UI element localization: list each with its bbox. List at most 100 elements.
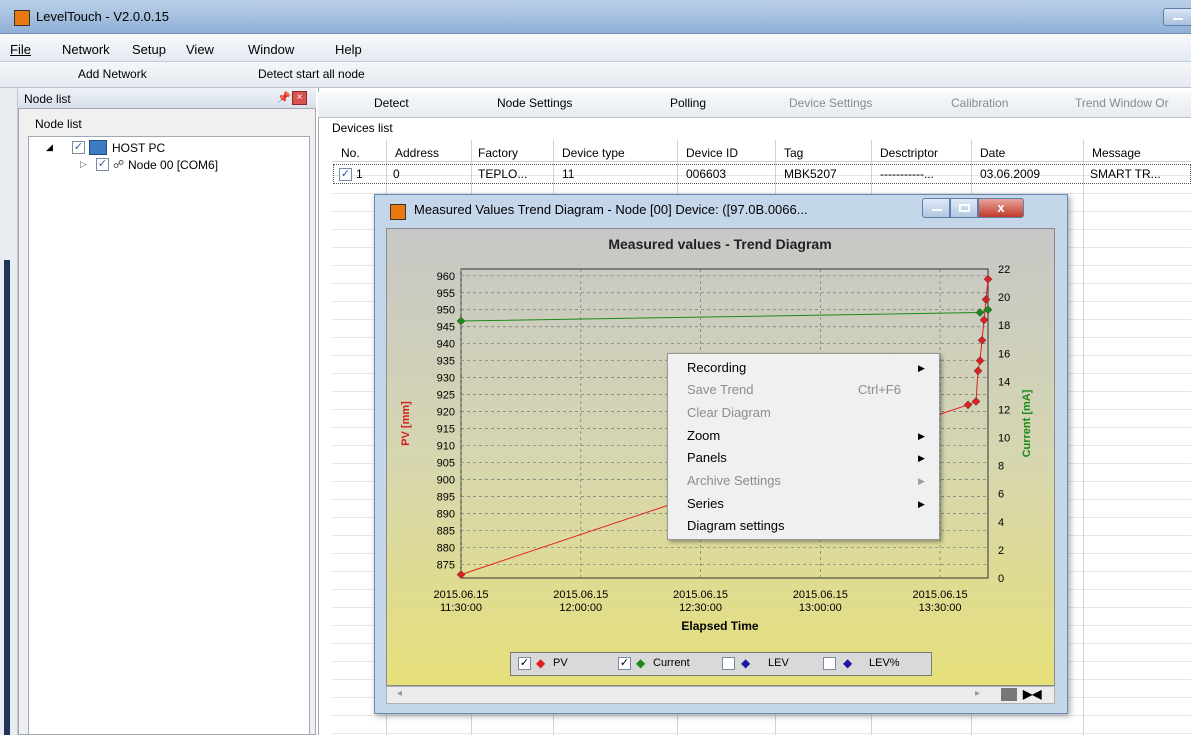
pin-icon[interactable]: 📌 — [277, 92, 291, 104]
col-header-device-id[interactable]: Device ID — [686, 146, 738, 160]
host-pc-checkbox[interactable]: ✓ — [72, 141, 85, 154]
menu-window[interactable]: Window — [248, 42, 294, 57]
y-tick-label: 940 — [437, 339, 455, 351]
close-icon[interactable]: × — [292, 91, 307, 105]
x-tick-label: 13:00:00 — [799, 602, 842, 614]
menu-item-recording[interactable]: Recording — [687, 360, 746, 375]
col-header-device-type[interactable]: Device type — [562, 146, 625, 160]
menu-item-series[interactable]: Series — [687, 496, 724, 511]
legend-lev-label: LEV — [768, 657, 789, 669]
levpct-marker-icon: ◆ — [843, 656, 853, 670]
minimize-icon — [932, 209, 942, 211]
submenu-arrow-icon: ▶ — [918, 476, 925, 486]
node-tree — [28, 136, 310, 735]
x-tick-label: 2015.06.15 — [673, 589, 728, 601]
tab-detect[interactable]: Detect — [374, 96, 409, 110]
title-bar — [0, 0, 1191, 34]
data-point-current — [456, 316, 466, 326]
tab-node-settings[interactable]: Node Settings — [497, 96, 572, 110]
node-checkbox[interactable]: ✓ — [96, 158, 109, 171]
data-point-pv — [983, 274, 993, 284]
legend-lev-checkbox[interactable] — [722, 657, 735, 670]
y2-tick-label: 18 — [998, 320, 1010, 332]
tab-calibration[interactable]: Calibration — [951, 96, 1008, 110]
data-point-pv — [963, 400, 973, 410]
add-network-button[interactable]: Add Network — [78, 67, 147, 81]
tab-trend-window[interactable]: Trend Window Or — [1075, 96, 1169, 110]
y-tick-label: 900 — [437, 475, 455, 487]
menu-item-clear-diagram[interactable]: Clear Diagram — [687, 405, 771, 420]
menu-item-save-trend[interactable]: Save Trend — [687, 382, 754, 397]
y-tick-label: 920 — [437, 407, 455, 419]
col-header-address[interactable]: Address — [395, 146, 439, 160]
close-button[interactable]: x — [978, 198, 1024, 218]
cell-message: SMART TR... — [1090, 167, 1161, 181]
data-point-pv — [456, 570, 466, 579]
cell-date: 03.06.2009 — [980, 167, 1041, 181]
legend-levpct-checkbox[interactable] — [823, 657, 836, 670]
detect-all-button[interactable]: Detect start all node — [258, 67, 365, 81]
menu-item-diagram-settings[interactable]: Diagram settings — [687, 518, 785, 533]
menu-file[interactable]: File — [10, 42, 31, 57]
minimize-icon — [1173, 18, 1183, 20]
minimize-button[interactable] — [922, 198, 950, 218]
app-icon — [390, 204, 406, 220]
menu-help[interactable]: Help — [335, 42, 362, 57]
y-tick-label: 935 — [437, 356, 455, 368]
x-tick-label: 12:00:00 — [559, 602, 602, 614]
x-tick-label: 2015.06.15 — [913, 589, 968, 601]
y2-tick-label: 4 — [998, 517, 1004, 529]
menu-setup[interactable]: Setup — [132, 42, 166, 57]
y2-tick-label: 8 — [998, 461, 1004, 473]
tree-item-node-00[interactable]: Node 00 [COM6] — [128, 158, 218, 172]
legend-current-checkbox[interactable]: ✓ — [618, 657, 631, 670]
col-header-tag[interactable]: Tag — [784, 146, 803, 160]
y-tick-label: 960 — [437, 271, 455, 283]
tab-bar — [318, 92, 1191, 118]
cell-device-id: 006603 — [686, 167, 727, 181]
devices-list-title: Devices list — [332, 121, 393, 135]
node-list-title: Node list — [24, 92, 71, 106]
col-header-descriptor[interactable]: Desctriptor — [880, 146, 938, 160]
col-header-factory[interactable]: Factory — [478, 146, 518, 160]
x-tick-label: 2015.06.15 — [553, 589, 608, 601]
y2-tick-label: 16 — [998, 348, 1010, 360]
minimize-button[interactable] — [1163, 8, 1191, 26]
tab-device-settings[interactable]: Device Settings — [789, 96, 872, 110]
tree-item-host-pc[interactable]: HOST PC — [112, 141, 165, 155]
y-tick-label: 955 — [437, 288, 455, 300]
table-header — [332, 140, 1191, 162]
menu-item-zoom[interactable]: Zoom — [687, 428, 720, 443]
legend-pv-label: PV — [553, 657, 568, 669]
panel-icon[interactable] — [1001, 688, 1017, 701]
network-icon: ☍ — [113, 159, 125, 171]
tab-node-list[interactable]: Node list — [35, 117, 82, 131]
submenu-arrow-icon: ▶ — [918, 499, 925, 509]
cell-address: 0 — [393, 167, 400, 181]
y-tick-label: 905 — [437, 458, 455, 470]
scroll-left-icon[interactable]: ◂ — [397, 688, 402, 699]
scroll-right-icon[interactable]: ▸ — [975, 688, 980, 699]
collapse-icon[interactable]: ◢ — [46, 142, 53, 153]
lev-marker-icon: ◆ — [741, 656, 751, 670]
legend-pv-checkbox[interactable]: ✓ — [518, 657, 531, 670]
expand-icon[interactable]: ▷ — [80, 159, 87, 170]
col-header-message[interactable]: Message — [1092, 146, 1141, 160]
y2-tick-label: 12 — [998, 404, 1010, 416]
col-header-no[interactable]: No. — [341, 146, 360, 160]
menu-network[interactable]: Network — [62, 42, 110, 57]
cell-no: 1 — [356, 167, 363, 181]
menu-view[interactable]: View — [186, 42, 214, 57]
split-icon[interactable]: ▶◀ — [1023, 687, 1041, 701]
data-point-pv — [971, 397, 981, 406]
y-tick-label: 950 — [437, 305, 455, 317]
table-row[interactable] — [333, 164, 1191, 184]
menu-item-archive-settings[interactable]: Archive Settings — [687, 473, 781, 488]
menu-item-panels[interactable]: Panels — [687, 450, 727, 465]
data-point-pv — [973, 366, 983, 376]
maximize-button[interactable] — [950, 198, 978, 218]
horizontal-scrollbar[interactable]: ◂ ▸ ▶◀ — [386, 686, 1055, 704]
tab-polling[interactable]: Polling — [670, 96, 706, 110]
row-checkbox[interactable]: ✓ — [339, 168, 352, 181]
col-header-date[interactable]: Date — [980, 146, 1005, 160]
